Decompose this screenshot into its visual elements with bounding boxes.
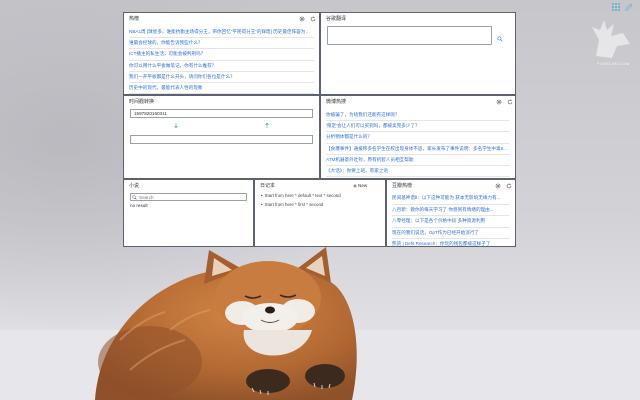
watermark-text: FOXELAN.COM [597,61,630,66]
arrow-up-icon[interactable] [264,122,270,129]
timestamp-widget: 时间戳转换 [123,95,320,179]
list-item[interactable]: 我们一开平板都是什么开头，请问你们各位是什么？ [129,72,314,83]
hot-list-widget: 热榜 NBA1周 [球星多，谁能抗衡主场得分王，带你回忆“平民得分王”的辉煌] … [123,12,320,95]
widget-title: 微博热搜 [326,99,347,105]
refresh-icon[interactable] [507,99,513,105]
hot-list: NBA1周 [球星多，谁能抗衡主场得分王，带你回忆“平民得分王”的辉煌] 历史最… [129,27,314,94]
date-output-input[interactable] [130,135,313,144]
search-icon [132,194,137,200]
list-item[interactable]: 《大话》：你要上班，有家之语 [326,166,510,178]
widget-title: 时间戳转换 [129,99,155,105]
list-item[interactable]: 【食爆事件】通报称多名学生在校出现身体不适，家长发布了事件说明：多名学生中毒66… [326,144,510,155]
widget-title: 热榜 [129,16,140,22]
weibo-list: 你被骗了，为啥我们还能有这样呢？ '限定'会让人们可以买到吗，都被卖完多少了？ … [326,110,510,178]
translate-input[interactable] [327,26,492,45]
note-item[interactable]: Start from here * first * second [261,202,324,207]
list-item[interactable]: ICT播主的私生活，可能会被判刑吗？ [129,49,314,61]
new-note-label: New [358,183,368,188]
widget-title: 豆瓣热榜 [392,183,413,189]
gear-icon[interactable] [496,99,502,105]
widget-title: 小说 [129,183,140,189]
translate-widget: 谷歌翻译 [320,12,516,95]
douban-hot-widget: 豆瓣热榜 民间基神谱Ⅱ：以下这种可能为 获本无影响无缘力有... 八月新：教你的… [386,179,516,247]
empty-result-text: no result [130,203,148,208]
list-item[interactable]: 分析物体都是什么的？ [326,132,510,144]
plus-icon [353,183,357,188]
fox-nose [265,306,275,314]
notes-widget: 日记本 New Start from here * default * text… [254,179,386,247]
list-item[interactable]: 八零经理：以下是各个价格中段 多种资源利用 [392,216,510,228]
list-item[interactable]: 你被骗了，为啥我们还能有这样呢？ [326,110,510,122]
list-item[interactable]: 你可以用什么平板做笔记，你有什么推荐？ [129,61,314,72]
new-note-button[interactable]: New [353,183,367,189]
list-item[interactable]: NBA1周 [球星多，谁能抗衡主场得分王，带你回忆“平民得分王”的辉煌] 历史最… [129,27,314,39]
novel-search-input[interactable] [130,193,247,201]
novel-widget: 小说 no result [123,179,254,247]
refresh-icon[interactable] [310,16,316,22]
list-item[interactable]: 八月新：教你的每天学习了 你感到有情绪的理由... [392,205,510,216]
refresh-icon[interactable] [506,183,512,189]
list-item[interactable]: 历史中的现代，最能代表人性的现象 [129,83,314,94]
arrow-down-icon[interactable] [173,122,179,129]
widget-title: 谷歌翻译 [326,16,347,22]
list-item[interactable]: 现在的我们说话，OpT作为已经开始流行了 [392,228,510,239]
weibo-hot-widget: 微博热搜 你被骗了，为啥我们还能有这样呢？ '限定'会让人们可以买到吗，都被卖完… [320,95,516,179]
timestamp-input[interactable] [130,109,313,118]
search-icon[interactable] [497,36,503,42]
list-item[interactable]: 谁最会控球的，你能告诉我些什么？ [129,38,314,50]
list-item[interactable]: 民间基神谱Ⅱ：以下这种可能为 获本无影响无缘力有... [392,193,510,205]
widget-title: 日记本 [260,183,276,189]
gear-icon[interactable] [495,183,501,189]
note-item[interactable]: Start from here * default * text * secon… [261,193,341,198]
grid-icon[interactable] [612,3,620,11]
pencil-icon[interactable] [625,3,633,11]
fox-haunch-shade [98,326,202,398]
list-item[interactable]: '限定'会让人们可以买到吗，都被卖完多少了？ [326,121,510,133]
list-item[interactable]: 熊货 | Defit Research：你玩的钱包都被这样子了 [392,239,510,246]
list-item[interactable]: ATM机器意外吐钞，原有机智人员相互帮助 [326,155,510,166]
douban-list: 民间基神谱Ⅱ：以下这种可能为 获本无影响无缘力有... 八月新：教你的每天学习了… [392,193,510,246]
gear-icon[interactable] [299,16,305,22]
fox-right-paw [305,364,345,388]
